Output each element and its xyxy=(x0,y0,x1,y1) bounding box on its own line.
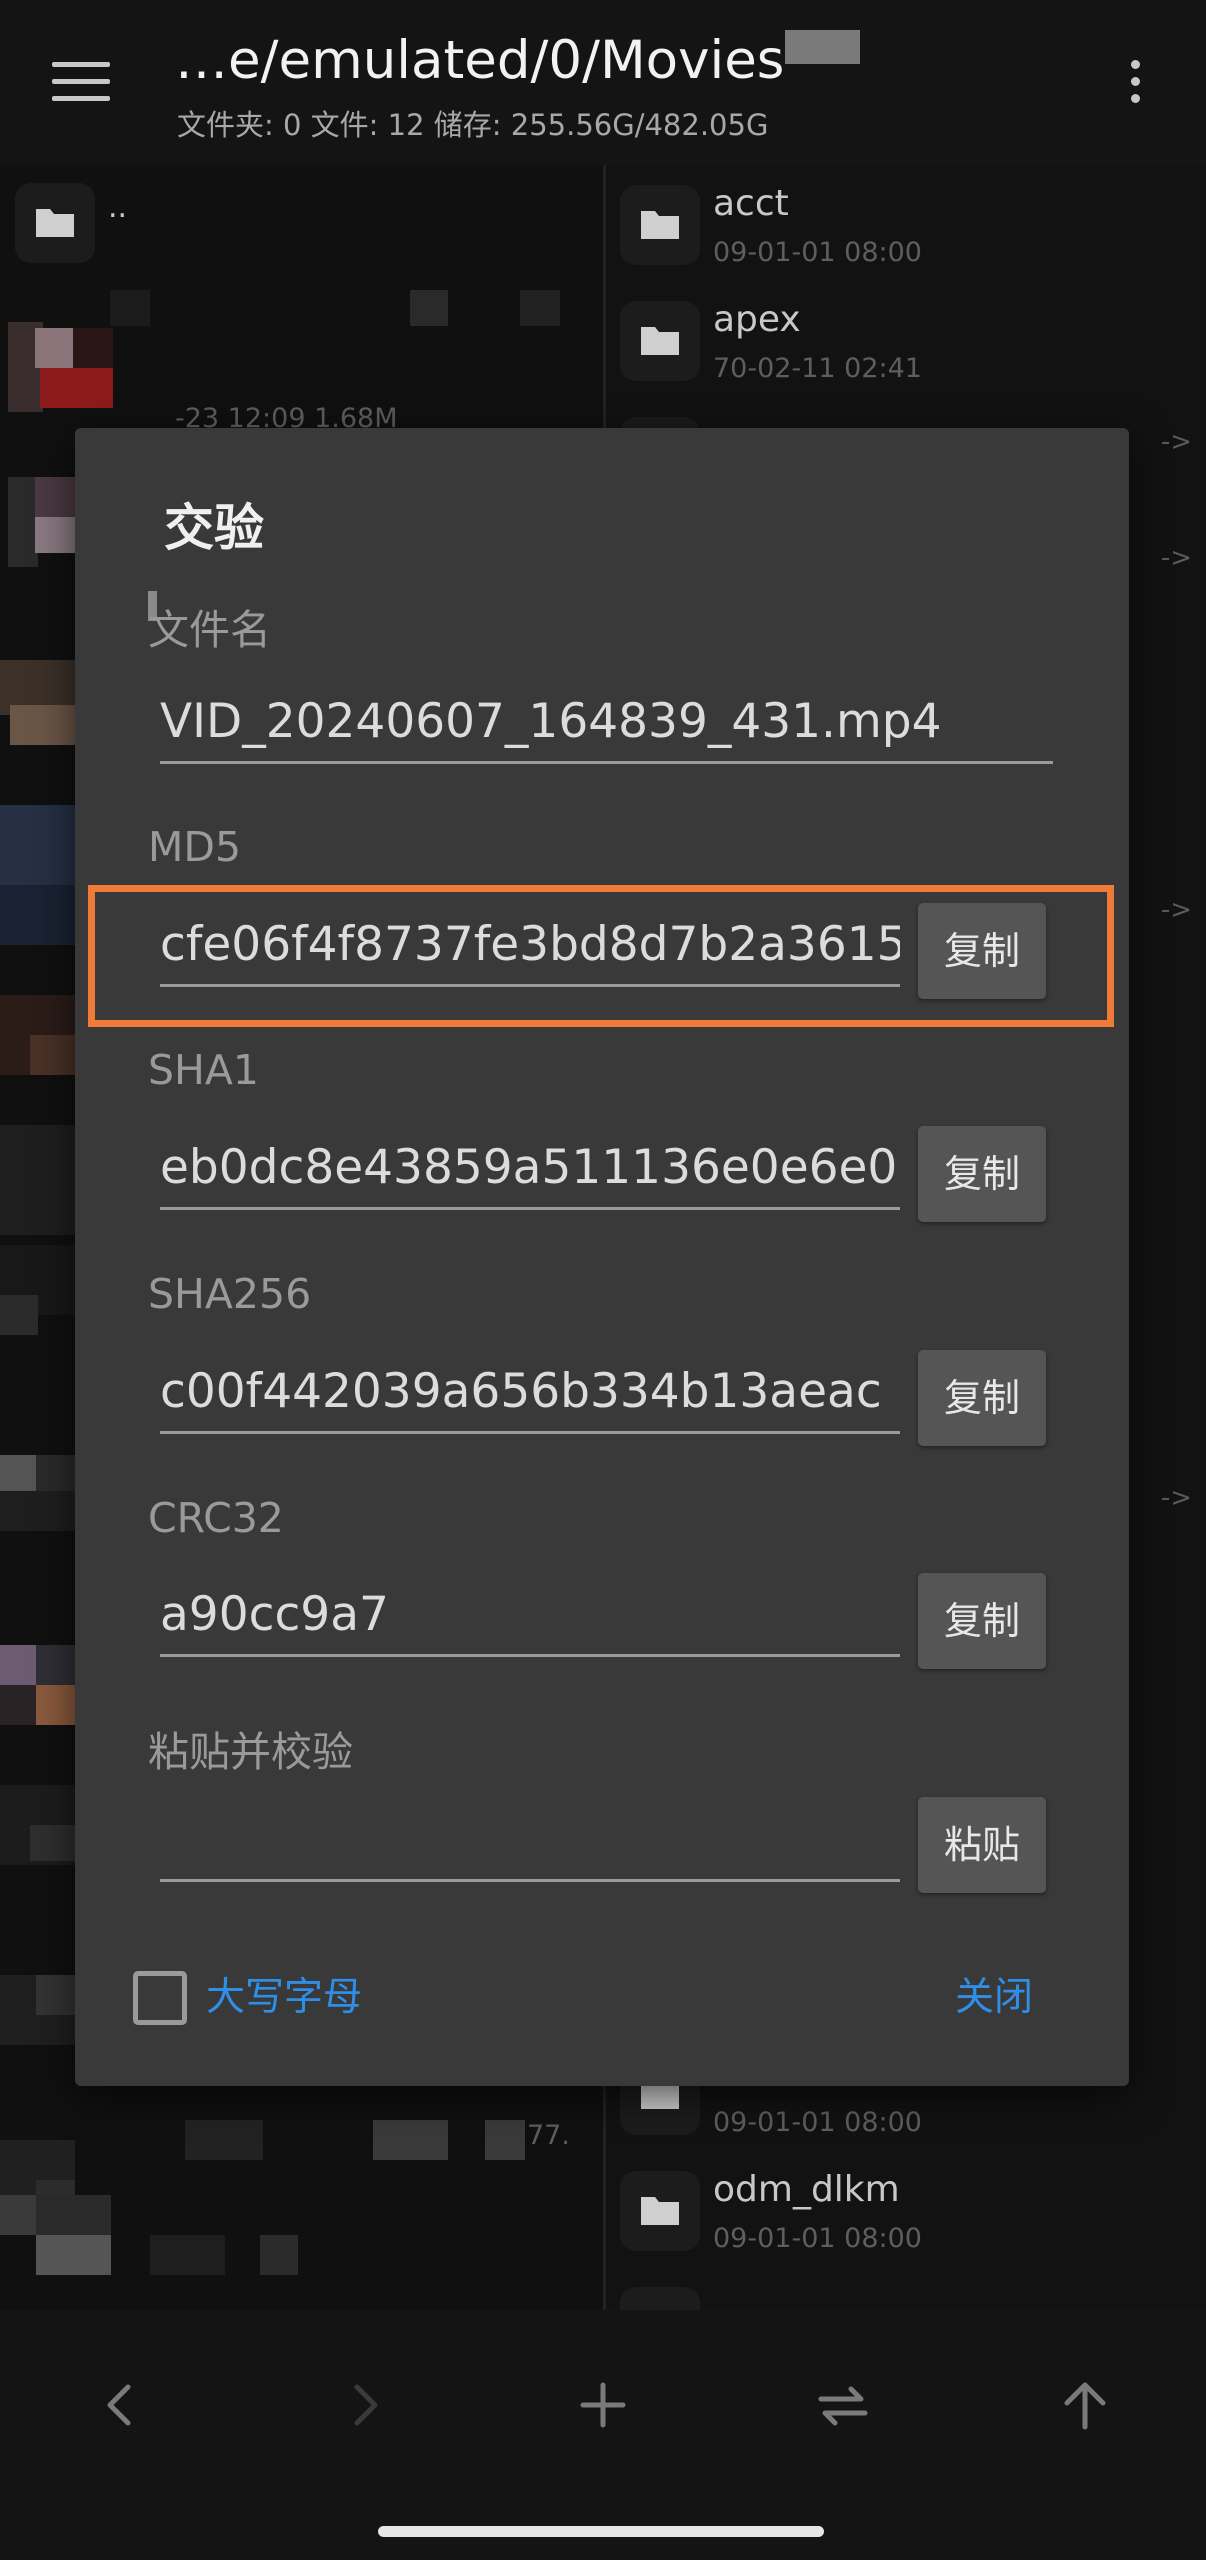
file-meta: 77. xyxy=(527,2120,570,2151)
blurred-thumbnail xyxy=(30,1035,75,1075)
md5-highlight xyxy=(88,885,1114,1027)
blurred-thumbnail xyxy=(36,2195,111,2235)
current-path: …e/emulated/0/Movies xyxy=(175,30,785,91)
symlink-marker: -> xyxy=(1160,543,1192,573)
folder-icon xyxy=(620,2287,700,2310)
blurred-thumbnail xyxy=(0,1455,36,1491)
uppercase-checkbox[interactable] xyxy=(133,1971,187,2025)
blurred-block xyxy=(110,290,150,326)
blurred-thumbnail xyxy=(35,477,75,517)
paste-button[interactable]: 粘贴 xyxy=(918,1797,1046,1893)
blurred-thumbnail xyxy=(0,1125,75,1235)
arrow-up-icon[interactable] xyxy=(1045,2365,1125,2445)
symlink-marker: -> xyxy=(1160,895,1192,925)
crc32-label: CRC32 xyxy=(148,1494,284,1542)
filename-label: 文件名 xyxy=(148,606,271,654)
blurred-block xyxy=(150,2235,225,2275)
filename-field[interactable]: VID_20240607_164839_431.mp4 xyxy=(160,690,1120,754)
blurred-thumbnail xyxy=(36,2235,111,2275)
menu-icon[interactable] xyxy=(52,62,110,104)
more-vert-icon[interactable] xyxy=(1120,60,1150,110)
symlink-marker: -> xyxy=(1160,1483,1192,1513)
folder-icon xyxy=(620,185,700,265)
storage-stats: 文件夹: 0 文件: 12 储存: 255.56G/482.05G xyxy=(177,108,769,142)
blurred-thumbnail xyxy=(0,885,75,945)
checksum-dialog: 交验 文件名 VID_20240607_164839_431.mp4 MD5 c… xyxy=(75,428,1129,2086)
blurred-block xyxy=(485,2120,525,2160)
symlink-marker: -> xyxy=(1160,427,1192,457)
blurred-thumbnail xyxy=(36,1455,75,1491)
plus-icon[interactable] xyxy=(563,2365,643,2445)
blurred-thumbnail xyxy=(40,368,113,408)
folder-name: odm_dlkm xyxy=(713,2169,900,2210)
folder-date: 09-01-01 08:00 xyxy=(713,237,922,268)
folder-icon xyxy=(620,2171,700,2251)
blurred-block xyxy=(185,2120,263,2160)
dialog-title: 交验 xyxy=(164,499,264,557)
chevron-right-icon[interactable] xyxy=(325,2365,405,2445)
sha256-underline xyxy=(160,1431,900,1434)
blurred-thumbnail xyxy=(0,2195,36,2235)
crc32-field[interactable]: a90cc9a7 xyxy=(160,1583,900,1647)
md5-label: MD5 xyxy=(148,823,242,871)
blurred-thumbnail xyxy=(30,1825,75,1861)
blurred-thumbnail xyxy=(0,1685,36,1725)
sha1-underline xyxy=(160,1207,900,1210)
folder-name: apex xyxy=(713,299,801,340)
bottom-nav-bar xyxy=(0,2310,1206,2560)
sha256-field[interactable]: c00f442039a656b334b13aeac xyxy=(160,1360,900,1424)
paste-verify-field[interactable] xyxy=(160,1808,900,1872)
crc32-underline xyxy=(160,1654,900,1657)
blurred-thumbnail xyxy=(0,1491,75,1531)
parent-dir-label[interactable]: .. xyxy=(108,190,127,225)
blurred-thumbnail xyxy=(0,805,75,885)
blurred-thumbnail xyxy=(0,1295,38,1335)
folder-name: acct xyxy=(713,183,789,224)
sha256-label: SHA256 xyxy=(148,1270,312,1318)
swap-icon[interactable] xyxy=(803,2365,883,2445)
blurred-thumbnail xyxy=(36,1975,75,2015)
folder-icon xyxy=(15,183,95,263)
sha1-copy-button[interactable]: 复制 xyxy=(918,1126,1046,1222)
folder-date: 70-02-11 02:41 xyxy=(713,353,922,384)
uppercase-label[interactable]: 大写字母 xyxy=(206,1966,362,2022)
home-indicator[interactable] xyxy=(378,2526,824,2537)
blurred-thumbnail xyxy=(8,477,38,567)
blurred-thumbnail xyxy=(36,1645,75,1685)
crc32-copy-button[interactable]: 复制 xyxy=(918,1573,1046,1669)
filename-underline xyxy=(160,761,1053,764)
blurred-thumbnail xyxy=(73,328,113,368)
folder-date: 09-01-01 08:00 xyxy=(713,2107,922,2138)
path-overlay-block xyxy=(785,30,860,64)
sha1-field[interactable]: eb0dc8e43859a511136e0e6e0 xyxy=(160,1136,900,1200)
blurred-block xyxy=(410,290,448,326)
folder-date: 09-01-01 08:00 xyxy=(713,2223,922,2254)
sha1-label: SHA1 xyxy=(148,1046,259,1094)
paste-verify-label: 粘贴并校验 xyxy=(148,1728,353,1776)
close-button[interactable]: 关闭 xyxy=(955,1966,1033,2022)
blurred-thumbnail xyxy=(10,705,75,745)
blurred-thumbnail xyxy=(0,1645,36,1685)
paste-verify-underline xyxy=(160,1879,900,1882)
app-toolbar: …e/emulated/0/Movies 文件夹: 0 文件: 12 储存: 2… xyxy=(0,0,1206,165)
blurred-thumbnail xyxy=(35,517,75,553)
blurred-block xyxy=(260,2235,298,2275)
chevron-left-icon[interactable] xyxy=(80,2365,160,2445)
blurred-block xyxy=(373,2120,448,2160)
blurred-thumbnail xyxy=(36,1685,75,1725)
blurred-block xyxy=(520,290,560,326)
folder-icon xyxy=(620,301,700,381)
blurred-thumbnail xyxy=(35,328,73,368)
sha256-copy-button[interactable]: 复制 xyxy=(918,1350,1046,1446)
